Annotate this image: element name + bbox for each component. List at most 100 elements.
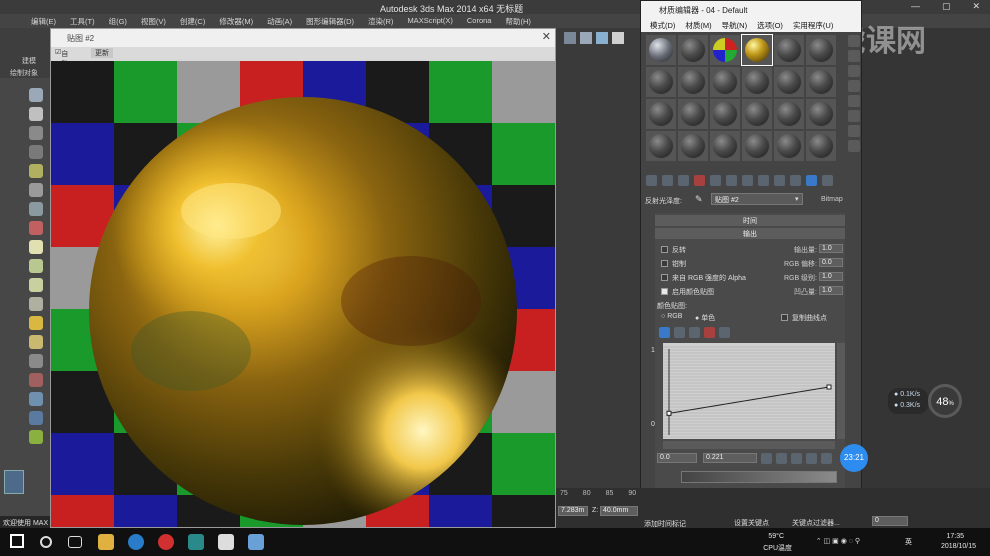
panel-icon[interactable] <box>29 126 43 140</box>
select-by-material-icon[interactable] <box>848 140 860 152</box>
tray-icons[interactable]: ⌃ ◫ ▣ ◉ ◌ ⚲ <box>816 537 860 545</box>
clamp-option[interactable]: 钳制 <box>661 259 686 269</box>
enable-color-map-option[interactable]: 启用颜色贴图 <box>661 287 714 297</box>
sample-slot-active[interactable] <box>741 34 773 66</box>
mat-menu-mode[interactable]: 模式(D) <box>645 18 680 32</box>
frame-field[interactable]: 0 <box>872 516 908 526</box>
mat-menu-options[interactable]: 选项(O) <box>752 18 788 32</box>
set-key-button[interactable]: 设置关键点 <box>734 518 769 528</box>
x-coord-field[interactable]: 7.283m <box>558 506 588 516</box>
mat-menu-navigation[interactable]: 导航(N) <box>717 18 752 32</box>
menu-maxscript[interactable]: MAXScript(X) <box>400 14 459 28</box>
notes-icon[interactable] <box>218 534 234 550</box>
pan-icon[interactable] <box>761 453 772 464</box>
map-type-button[interactable]: Bitmap <box>821 196 843 203</box>
alpha-from-rgb-option[interactable]: 来自 RGB 强度的 Alpha <box>661 273 746 283</box>
copy-curve-checkbox[interactable] <box>781 314 788 321</box>
backlight-icon[interactable] <box>848 50 860 62</box>
material-id-icon[interactable] <box>758 175 769 186</box>
zoom-icon[interactable] <box>821 453 832 464</box>
curve-y-field[interactable]: 0.221 <box>703 453 757 463</box>
options-icon[interactable] <box>848 125 860 137</box>
reset-map-icon[interactable] <box>694 175 705 186</box>
task-view-icon[interactable] <box>68 536 82 548</box>
invert-checkbox[interactable] <box>661 246 668 253</box>
go-to-parent-icon[interactable] <box>806 175 817 186</box>
menu-tools[interactable]: 工具(T) <box>63 14 102 28</box>
ring-icon[interactable] <box>29 335 43 349</box>
curve-x-field[interactable]: 0.0 <box>657 453 697 463</box>
unique-icon[interactable] <box>726 175 737 186</box>
z-coord-field[interactable]: 40.0mm <box>600 506 638 516</box>
menu-graph-editors[interactable]: 图形编辑器(D) <box>299 14 361 28</box>
sample-type-icon[interactable] <box>848 35 860 47</box>
rendered-frame-icon[interactable] <box>580 32 592 44</box>
mat-menu-utilities[interactable]: 实用程序(U) <box>788 18 838 32</box>
menu-edit[interactable]: 编辑(E) <box>24 14 63 28</box>
list-icon[interactable] <box>29 145 43 159</box>
reset-curve-icon[interactable] <box>719 327 730 338</box>
copy-curve-option[interactable]: 复制曲线点 <box>781 313 827 323</box>
3ds-max-icon[interactable] <box>188 534 204 550</box>
app-icon[interactable] <box>248 534 264 550</box>
sample-slot[interactable] <box>646 131 676 161</box>
plane-icon[interactable] <box>29 240 43 254</box>
file-explorer-icon[interactable] <box>98 534 114 550</box>
sample-slot[interactable] <box>678 99 708 129</box>
assign-material-icon[interactable] <box>678 175 689 186</box>
menu-animation[interactable]: 动画(A) <box>260 14 299 28</box>
render-icon[interactable] <box>596 32 608 44</box>
sample-slot[interactable] <box>678 35 708 65</box>
sample-slot[interactable] <box>774 67 804 97</box>
menu-create[interactable]: 创建(C) <box>173 14 212 28</box>
box-icon[interactable] <box>29 107 43 121</box>
light-icon[interactable] <box>29 164 43 178</box>
zoom-extents-icon[interactable] <box>776 453 787 464</box>
sample-slot[interactable] <box>774 35 804 65</box>
auto-checkbox[interactable]: ☑ 自动 <box>55 48 68 68</box>
sample-slot[interactable] <box>806 67 836 97</box>
scale-point-icon[interactable] <box>674 327 685 338</box>
particle-icon[interactable] <box>29 373 43 387</box>
delete-point-icon[interactable] <box>704 327 715 338</box>
zoom-vertical-icon[interactable] <box>806 453 817 464</box>
render-production-icon[interactable] <box>612 32 624 44</box>
sphere-icon[interactable] <box>29 259 43 273</box>
curve-vertical-scrollbar[interactable] <box>837 343 845 439</box>
color-map-curve[interactable]: 1 0 <box>651 343 835 439</box>
get-material-icon[interactable] <box>646 175 657 186</box>
make-preview-icon[interactable] <box>848 110 860 122</box>
torus-icon[interactable] <box>29 278 43 292</box>
sample-slot[interactable] <box>742 67 772 97</box>
search-icon[interactable] <box>40 536 52 548</box>
grid-icon[interactable] <box>29 354 43 368</box>
bump-amount-field[interactable]: 1.0 <box>819 286 843 295</box>
sample-slot[interactable] <box>710 131 740 161</box>
sample-slot[interactable] <box>678 67 708 97</box>
enable-color-map-checkbox[interactable] <box>661 288 668 295</box>
ribbon-label-modeling[interactable]: 建模 <box>22 56 36 66</box>
background-icon[interactable] <box>848 65 860 77</box>
curve-line[interactable] <box>668 386 830 414</box>
sample-slot[interactable] <box>710 67 740 97</box>
windows-start-icon[interactable] <box>10 534 24 548</box>
mono-radio[interactable]: ● 单色 <box>695 313 715 323</box>
sun-icon[interactable] <box>29 316 43 330</box>
menu-modifiers[interactable]: 修改器(M) <box>212 14 260 28</box>
tree-icon[interactable] <box>29 430 43 444</box>
sample-slot[interactable] <box>742 131 772 161</box>
key-filters-button[interactable]: 关键点过滤器... <box>792 518 840 528</box>
camera-icon[interactable] <box>29 183 43 197</box>
sample-slot[interactable] <box>806 131 836 161</box>
output-amount-field[interactable]: 1.0 <box>819 244 843 253</box>
copy-material-icon[interactable] <box>710 175 721 186</box>
put-material-icon[interactable] <box>662 175 673 186</box>
globe-icon[interactable] <box>29 411 43 425</box>
rgb-radio[interactable]: ○ RGB <box>661 313 682 320</box>
show-end-result-icon[interactable] <box>790 175 801 186</box>
browser-icon[interactable] <box>128 534 144 550</box>
sample-slot[interactable] <box>678 131 708 161</box>
go-forward-icon[interactable] <box>822 175 833 186</box>
mat-menu-material[interactable]: 材质(M) <box>680 18 716 32</box>
clock-date[interactable]: 2018/10/15 <box>941 543 976 550</box>
